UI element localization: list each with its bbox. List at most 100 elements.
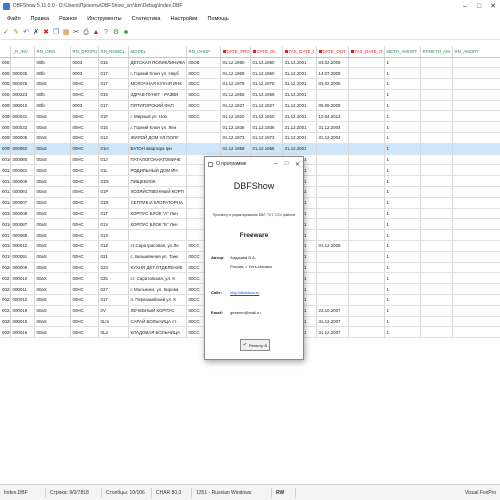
- table-cell[interactable]: [452, 305, 500, 317]
- table-cell[interactable]: 01.12.1956: [220, 89, 251, 101]
- table-cell[interactable]: [420, 272, 453, 285]
- dialog-maximize-icon[interactable]: □: [281, 161, 292, 167]
- table-cell[interactable]: [348, 305, 385, 317]
- table-cell[interactable]: 31.12.2001: [282, 143, 317, 155]
- table-cell[interactable]: 01.12.1927: [250, 100, 283, 112]
- table-row[interactable]: 000200003500lb0003017г. Горний Ключ ул. …: [0, 67, 500, 80]
- table-cell[interactable]: 0003: [70, 100, 99, 112]
- table-row[interactable]: 000100lb0003015ДЕТСКАЯ ПОЛИКЛИНИКА00CB01…: [0, 57, 500, 69]
- menu-misc[interactable]: Разное: [54, 16, 82, 22]
- column-header[interactable]: RN_NOMCL: [98, 46, 129, 58]
- table-cell[interactable]: 14.07.2009: [316, 67, 349, 80]
- table-cell[interactable]: 00aS: [34, 229, 71, 242]
- table-cell[interactable]: [420, 78, 453, 90]
- table-cell[interactable]: 01.12.1960: [250, 67, 283, 80]
- table-cell[interactable]: 00HC: [70, 316, 99, 328]
- table-cell[interactable]: 01T: [98, 208, 129, 220]
- table-cell[interactable]: 00HC: [70, 89, 99, 101]
- table-cell[interactable]: [452, 57, 500, 69]
- table-cell[interactable]: 31.12.2007: [316, 326, 349, 339]
- table-cell[interactable]: 019: [98, 89, 129, 101]
- table-cell[interactable]: 1: [384, 272, 421, 285]
- table-cell[interactable]: 025: [98, 272, 129, 285]
- table-cell[interactable]: [348, 186, 385, 198]
- record-number[interactable]: 0012: [0, 175, 11, 188]
- table-cell[interactable]: 03.02.2006: [316, 78, 349, 90]
- table-cell[interactable]: [316, 197, 349, 209]
- table-cell[interactable]: [316, 262, 349, 274]
- table-cell[interactable]: 00aS: [34, 143, 71, 155]
- table-cell[interactable]: п. Первомайский ул. К: [128, 294, 187, 306]
- table-cell[interactable]: 00HC: [70, 186, 99, 198]
- table-cell[interactable]: [452, 316, 500, 328]
- record-number[interactable]: 0005: [0, 100, 11, 112]
- table-cell[interactable]: 00HC: [70, 251, 99, 263]
- table-cell[interactable]: 000223: [10, 89, 35, 101]
- record-number[interactable]: 0006: [0, 110, 11, 123]
- table-cell[interactable]: 00CB: [186, 57, 221, 69]
- table-cell[interactable]: 00aS: [34, 262, 71, 274]
- table-cell[interactable]: 00HC: [70, 283, 99, 296]
- table-cell[interactable]: [420, 89, 453, 101]
- table-cell[interactable]: 01.12.1936: [250, 121, 283, 134]
- table-cell[interactable]: ПЯТИГОРСКИЙ ФАП: [128, 100, 187, 112]
- table-cell[interactable]: [452, 186, 500, 198]
- table-cell[interactable]: 1: [384, 316, 421, 328]
- register-button[interactable]: ✔ Регистр В: [240, 339, 270, 351]
- paste-icon[interactable]: ▩: [62, 29, 70, 37]
- table-cell[interactable]: [452, 262, 500, 274]
- table-cell[interactable]: [452, 78, 500, 90]
- table-cell[interactable]: [348, 154, 385, 166]
- column-header[interactable]: RN_ORGPU: [70, 46, 99, 58]
- table-cell[interactable]: 1: [384, 89, 421, 101]
- table-cell[interactable]: 00lb: [34, 89, 71, 101]
- table-cell[interactable]: [420, 326, 453, 339]
- table-cell[interactable]: [316, 186, 349, 198]
- table-cell[interactable]: 00aS: [34, 294, 71, 306]
- record-number[interactable]: 0026: [0, 326, 11, 339]
- table-cell[interactable]: РОДИЛЬНЫЙ ДОМ ИН.: [128, 164, 187, 177]
- table-cell[interactable]: [316, 229, 349, 242]
- menu-settings[interactable]: Настройки: [165, 16, 202, 22]
- table-cell[interactable]: 01.12.1927: [220, 100, 251, 112]
- table-cell[interactable]: 01H: [98, 143, 129, 155]
- table-cell[interactable]: 00aS: [34, 251, 71, 263]
- copy-icon[interactable]: ❐: [52, 29, 60, 37]
- table-cell[interactable]: 00aS: [34, 240, 71, 252]
- table-cell[interactable]: 00aS: [34, 186, 71, 198]
- table-cell[interactable]: ст.Сара Ірасовая, ул.Ле: [128, 240, 187, 252]
- table-cell[interactable]: ПАТАЛОГОАНАТОМИЧЕ: [128, 154, 187, 166]
- table-cell[interactable]: [452, 110, 500, 123]
- table-cell[interactable]: 000032: [10, 121, 35, 134]
- table-cell[interactable]: ЖИЛОЙ ДОМ УЛ.ПОЛУ: [128, 132, 187, 144]
- record-number[interactable]: 0022: [0, 283, 11, 296]
- table-cell[interactable]: 31.12.2001: [282, 121, 317, 134]
- table-cell[interactable]: [348, 251, 385, 263]
- table-cell[interactable]: 22.10.2007: [316, 305, 349, 317]
- table-cell[interactable]: 1: [384, 305, 421, 317]
- table-cell[interactable]: ДЕТСКАЯ ПОЛИКЛИНИКА: [128, 57, 187, 69]
- table-cell[interactable]: 00HC: [70, 305, 99, 317]
- table-cell[interactable]: 00aS: [34, 154, 71, 166]
- menu-help[interactable]: Помощь: [202, 16, 233, 22]
- minimize-icon[interactable]: –: [458, 0, 472, 12]
- table-cell[interactable]: [316, 154, 349, 166]
- table-cell[interactable]: 05.06.2009: [316, 100, 349, 112]
- table-cell[interactable]: [452, 175, 500, 188]
- table-cell[interactable]: 01.12.1969: [220, 67, 251, 80]
- table-cell[interactable]: 000091: [10, 251, 35, 263]
- record-number[interactable]: 0021: [0, 272, 11, 285]
- table-cell[interactable]: 00HC: [70, 272, 99, 285]
- column-header[interactable]: DATE_IN: [250, 46, 283, 58]
- table-cell[interactable]: 00aS: [34, 197, 71, 209]
- table-cell[interactable]: [316, 164, 349, 177]
- table-cell[interactable]: 01Z: [98, 240, 129, 252]
- record-number[interactable]: 0014: [0, 197, 11, 209]
- table-cell[interactable]: 1: [384, 240, 421, 252]
- record-number[interactable]: 0008: [0, 132, 11, 144]
- record-number[interactable]: 0016: [0, 218, 11, 231]
- table-cell[interactable]: [10, 57, 35, 69]
- table-cell[interactable]: 01.12.1973: [220, 132, 251, 144]
- table-cell[interactable]: 00aS: [34, 164, 71, 177]
- close-icon[interactable]: ✕: [486, 0, 500, 12]
